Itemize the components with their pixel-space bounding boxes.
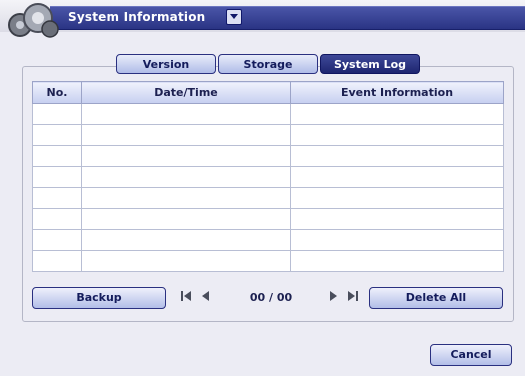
table-row[interactable] bbox=[32, 187, 504, 209]
window-title: System Information bbox=[68, 10, 206, 24]
cell-event bbox=[290, 166, 504, 188]
cell-event bbox=[290, 145, 504, 167]
cell-datetime bbox=[81, 124, 291, 146]
tab-version[interactable]: Version bbox=[116, 54, 216, 74]
cell-number bbox=[32, 124, 82, 146]
table-row[interactable] bbox=[32, 103, 504, 125]
table-header-row: No. Date/Time Event Information bbox=[32, 81, 504, 104]
table-row[interactable] bbox=[32, 124, 504, 146]
cell-number bbox=[32, 229, 82, 251]
column-header-datetime: Date/Time bbox=[81, 81, 291, 104]
cell-datetime bbox=[81, 166, 291, 188]
chevron-down-icon[interactable] bbox=[226, 9, 242, 25]
cell-event bbox=[290, 103, 504, 125]
column-header-number: No. bbox=[32, 81, 82, 104]
table-row[interactable] bbox=[32, 166, 504, 188]
cell-number bbox=[32, 250, 82, 272]
cell-datetime bbox=[81, 187, 291, 209]
cell-datetime bbox=[81, 145, 291, 167]
skip-to-first-icon[interactable] bbox=[180, 290, 196, 302]
log-table: No. Date/Time Event Information bbox=[32, 81, 504, 272]
cell-datetime bbox=[81, 229, 291, 251]
column-header-event: Event Information bbox=[290, 81, 504, 104]
cell-event bbox=[290, 208, 504, 230]
cell-datetime bbox=[81, 103, 291, 125]
page-indicator: 00 / 00 bbox=[249, 291, 293, 304]
cell-number bbox=[32, 103, 82, 125]
tab-system-log[interactable]: System Log bbox=[320, 54, 420, 74]
cell-datetime bbox=[81, 250, 291, 272]
delete-all-button[interactable]: Delete All bbox=[369, 287, 503, 309]
cell-event bbox=[290, 187, 504, 209]
cell-number bbox=[32, 166, 82, 188]
previous-icon[interactable] bbox=[198, 290, 214, 302]
table-row[interactable] bbox=[32, 250, 504, 272]
tab-storage[interactable]: Storage bbox=[218, 54, 318, 74]
cell-event bbox=[290, 124, 504, 146]
backup-button[interactable]: Backup bbox=[32, 287, 166, 309]
cell-number bbox=[32, 208, 82, 230]
next-icon[interactable] bbox=[326, 290, 342, 302]
cancel-button[interactable]: Cancel bbox=[430, 344, 512, 366]
title-bar: System Information bbox=[0, 0, 525, 38]
table-row[interactable] bbox=[32, 229, 504, 251]
cell-number bbox=[32, 145, 82, 167]
cell-event bbox=[290, 250, 504, 272]
skip-to-last-icon[interactable] bbox=[344, 290, 360, 302]
cell-datetime bbox=[81, 208, 291, 230]
gear-sphere-logo bbox=[8, 3, 59, 38]
cell-number bbox=[32, 187, 82, 209]
table-row[interactable] bbox=[32, 208, 504, 230]
cell-event bbox=[290, 229, 504, 251]
table-row[interactable] bbox=[32, 145, 504, 167]
